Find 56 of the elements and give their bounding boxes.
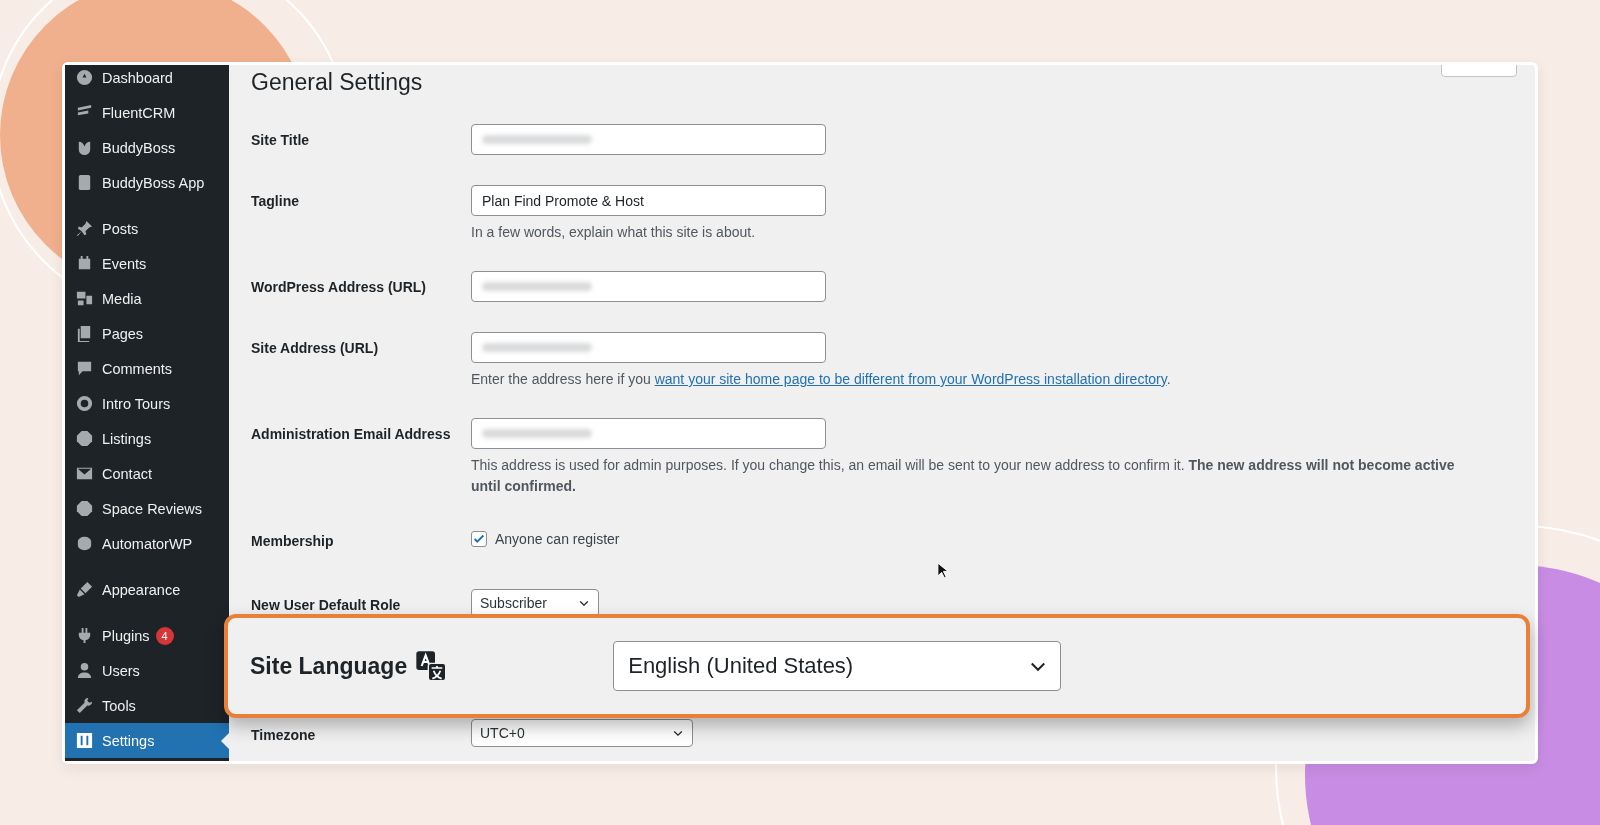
sidebar-item[interactable]: AutomatorWP [65, 526, 229, 561]
field-label: Site Language [250, 652, 408, 680]
field-label: Administration Email Address [251, 425, 452, 442]
menu-icon [75, 429, 94, 448]
sidebar-item[interactable]: Space Reviews [65, 491, 229, 526]
sidebar-item[interactable]: Media [65, 281, 229, 316]
sidebar-item[interactable]: BuddyBoss [65, 130, 229, 165]
menu-icon [75, 289, 94, 308]
text-field[interactable]: Plan Find Promote & Host [471, 185, 826, 216]
sidebar-item[interactable]: Intro Tours [65, 386, 229, 421]
menu-icon [75, 499, 94, 518]
field-description: In a few words, explain what this site is about. [471, 223, 757, 242]
sidebar-item[interactable]: Dashboard [65, 65, 229, 95]
field-label: WordPress Address (URL) [251, 278, 428, 295]
sidebar-item[interactable]: Events [65, 246, 229, 281]
current-pointer [221, 733, 229, 749]
sidebar-item[interactable]: Contact [65, 456, 229, 491]
dropdown[interactable]: UTC+0 [471, 719, 693, 747]
menu-icon [75, 661, 94, 680]
field-label: Site Address (URL) [251, 339, 380, 356]
sidebar-item[interactable]: BuddyBoss App [65, 165, 229, 200]
language-dropdown[interactable]: English (United States) [613, 641, 1062, 691]
text-field[interactable] [471, 124, 826, 155]
text-field[interactable] [471, 418, 826, 449]
field-label: New User Default Role [251, 596, 402, 613]
sidebar-item[interactable]: Settings [65, 723, 229, 758]
text-field[interactable] [471, 332, 826, 363]
field-label: Timezone [251, 726, 317, 743]
field-label: Tagline [251, 192, 300, 209]
sidebar-item[interactable]: Posts [65, 211, 229, 246]
menu-icon [75, 696, 94, 715]
menu-icon [75, 219, 94, 238]
menu-icon [75, 534, 94, 553]
dropdown[interactable]: Subscriber [471, 589, 599, 617]
help-link[interactable]: want your site home page to be different from your WordPress installation directory [654, 371, 1167, 387]
translate-icon [415, 650, 448, 682]
checkbox-label: Anyone can register [495, 531, 620, 547]
page-title: General Settings [251, 69, 423, 96]
sidebar-item[interactable]: FluentCRM [65, 95, 229, 130]
field-description: Enter the address here if you want your site home page to be different from your WordPress installation directory. [471, 370, 1172, 389]
text-field[interactable] [471, 271, 826, 302]
help-tab[interactable] [1441, 65, 1517, 77]
sidebar-item[interactable]: Pages [65, 316, 229, 351]
field-label: Site Title [251, 131, 311, 148]
mouse-pointer-icon [937, 562, 948, 579]
sidebar-item[interactable]: Listings [65, 421, 229, 456]
field-label: Membership [251, 532, 335, 549]
sidebar-item[interactable]: Comments [65, 351, 229, 386]
field-description: This address is used for admin purposes. If you change this, an email will be sent to your new address to confirm it. The new address will not become active until confirmed. [471, 456, 1456, 496]
update-count: 4 [155, 626, 174, 645]
menu-icon [75, 68, 94, 87]
menu-icon [75, 731, 94, 750]
menu-icon [75, 580, 94, 599]
sidebar-item[interactable]: Appearance [65, 572, 229, 607]
checkbox[interactable] [471, 531, 487, 547]
menu-icon [75, 394, 94, 413]
